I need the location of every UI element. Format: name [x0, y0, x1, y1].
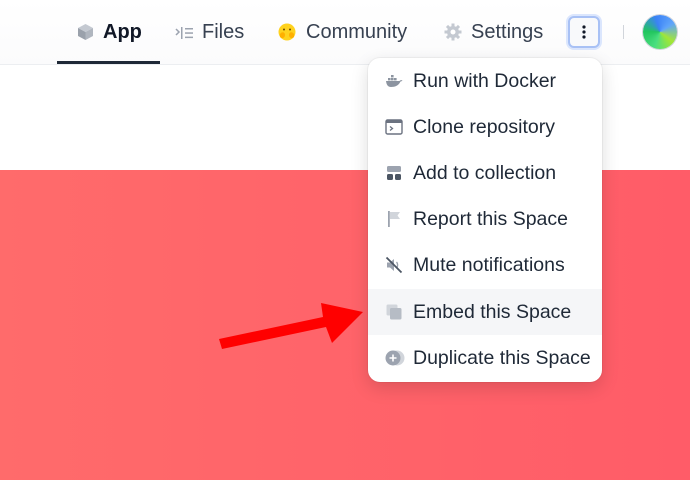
more-options-button[interactable]	[568, 16, 600, 48]
menu-item-label: Duplicate this Space	[413, 347, 591, 369]
active-tab-indicator	[57, 61, 160, 64]
menu-item-label: Embed this Space	[413, 301, 572, 323]
menu-item-mute-notifications[interactable]: Mute notifications	[368, 242, 602, 288]
embed-icon	[385, 303, 403, 321]
tab-settings-label: Settings	[471, 20, 544, 43]
tab-community[interactable]: Community	[277, 0, 407, 64]
menu-item-label: Mute notifications	[413, 254, 565, 276]
menu-item-label: Report this Space	[413, 208, 569, 230]
menu-item-clone-repository[interactable]: Clone repository	[368, 104, 602, 150]
cube-icon	[77, 23, 94, 41]
menu-item-add-to-collection[interactable]: Add to collection	[368, 150, 602, 196]
tab-community-label: Community	[306, 20, 408, 43]
tab-app-label: App	[103, 20, 142, 43]
duplicate-icon	[385, 349, 405, 367]
files-list-icon	[175, 24, 193, 40]
tab-app[interactable]: App	[57, 0, 160, 64]
more-options-menu: Run with Docker Clone repository Add to …	[368, 58, 602, 382]
hug-emoji-icon	[277, 22, 297, 42]
collection-icon	[385, 164, 403, 182]
docker-icon	[385, 72, 403, 90]
tab-settings[interactable]: Settings	[444, 0, 543, 64]
mute-icon	[385, 256, 403, 274]
vertical-ellipsis-icon	[582, 25, 586, 39]
tab-files-label: Files	[202, 20, 245, 43]
menu-item-label: Run with Docker	[413, 70, 557, 92]
menu-item-embed-this-space[interactable]: Embed this Space	[368, 289, 602, 335]
menu-item-label: Add to collection	[413, 162, 557, 184]
menu-item-run-with-docker[interactable]: Run with Docker	[368, 58, 602, 104]
flag-icon	[385, 210, 403, 228]
terminal-icon	[385, 118, 403, 136]
header-divider	[623, 25, 624, 39]
tab-files[interactable]: Files	[175, 0, 244, 64]
menu-item-label: Clone repository	[413, 116, 555, 138]
space-header: App Files Community Settings	[0, 0, 690, 65]
space-avatar-icon[interactable]	[643, 15, 677, 49]
menu-item-report-this-space[interactable]: Report this Space	[368, 196, 602, 242]
gear-icon	[444, 23, 462, 41]
menu-item-duplicate-this-space[interactable]: Duplicate this Space	[368, 335, 602, 381]
